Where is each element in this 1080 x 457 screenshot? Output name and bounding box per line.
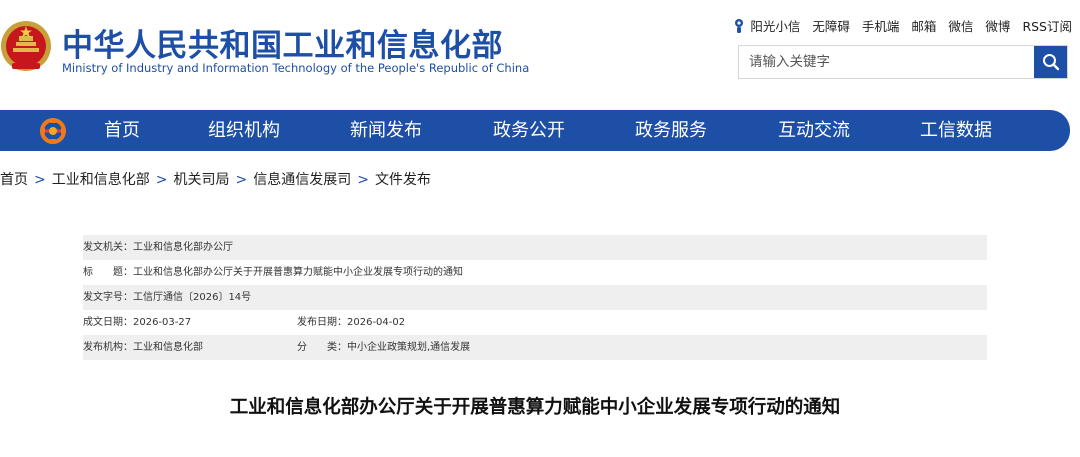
meta-row-org: 发布机构：工业和信息化部 分 类：中小企业政策规划,通信发展 [83, 335, 987, 360]
meta-category: 分 类：中小企业政策规划,通信发展 [297, 342, 471, 353]
top-link-mobile[interactable]: 手机端 [862, 16, 900, 35]
national-emblem-icon [1, 21, 51, 71]
document-meta-table: 发文机关：工业和信息化部办公厅 标 题：工业和信息化部办公厅关于开展普惠算力赋能… [83, 235, 987, 360]
meta-doc-no: 发文字号：工信厅通信〔2026〕14号 [83, 292, 252, 303]
top-link-accessibility[interactable]: 无障碍 [812, 16, 850, 35]
nav-item-home[interactable]: 首页 [104, 110, 140, 151]
breadcrumb-separator: > [34, 172, 46, 188]
nav-item-organization[interactable]: 组织机构 [208, 110, 280, 151]
nav-item-data[interactable]: 工信数据 [920, 110, 992, 151]
search-button[interactable] [1034, 46, 1067, 78]
breadcrumb-separator: > [155, 172, 168, 188]
top-link-rss[interactable]: RSS订阅 [1022, 16, 1072, 35]
top-links: 阳光小信 无障碍 手机端 邮箱 微信 微博 RSS订阅 [721, 16, 1072, 35]
main-nav: 首页 组织机构 新闻发布 政务公开 政务服务 互动交流 工信数据 [0, 110, 1070, 151]
meta-org: 发布机构：工业和信息化部 [83, 342, 203, 353]
meta-created-date: 成文日期：2026-03-27 [83, 317, 192, 328]
breadcrumb-current[interactable]: 文件发布 [375, 172, 431, 188]
mascot-icon [735, 18, 744, 33]
site-title-cn[interactable]: 中华人民共和国工业和信息化部 [62, 20, 503, 65]
nav-item-gov-service[interactable]: 政务服务 [635, 110, 707, 151]
breadcrumb-dept[interactable]: 信息通信发展司 [253, 172, 351, 188]
search-icon [1042, 54, 1059, 71]
top-link-sunshine[interactable]: 阳光小信 [733, 16, 800, 35]
meta-title: 标 题：工业和信息化部办公厅关于开展普惠算力赋能中小企业发展专项行动的通知 [83, 267, 463, 278]
breadcrumb-ministry[interactable]: 工业和信息化部 [52, 172, 150, 188]
nav-item-news[interactable]: 新闻发布 [350, 110, 422, 151]
meta-row-dates: 成文日期：2026-03-27 发布日期：2026-04-02 [83, 310, 987, 335]
meta-published-date: 发布日期：2026-04-02 [297, 317, 406, 328]
breadcrumb-separator: > [235, 172, 248, 188]
top-link-wechat[interactable]: 微信 [948, 16, 973, 35]
ministry-logo-icon[interactable] [38, 116, 68, 146]
breadcrumb: 首页 > 工业和信息化部 > 机关司局 > 信息通信发展司 > 文件发布 [0, 169, 431, 189]
search-input[interactable] [739, 46, 1034, 78]
meta-row-title: 标 题：工业和信息化部办公厅关于开展普惠算力赋能中小企业发展专项行动的通知 [83, 260, 987, 285]
nav-item-gov-disclosure[interactable]: 政务公开 [493, 110, 565, 151]
search-box [738, 45, 1068, 79]
top-link-mail[interactable]: 邮箱 [911, 16, 936, 35]
meta-row-docno: 发文字号：工信厅通信〔2026〕14号 [83, 285, 987, 310]
site-title-en[interactable]: Ministry of Industry and Information Tec… [62, 61, 529, 75]
article-title: 工业和信息化部办公厅关于开展普惠算力赋能中小企业发展专项行动的通知 [229, 397, 841, 418]
top-link-weibo[interactable]: 微博 [985, 16, 1010, 35]
nav-item-interaction[interactable]: 互动交流 [778, 110, 850, 151]
meta-issuer: 发文机关：工业和信息化部办公厅 [83, 242, 233, 253]
top-link-label: 阳光小信 [750, 19, 801, 34]
breadcrumb-departments[interactable]: 机关司局 [173, 172, 229, 188]
meta-row-issuer: 发文机关：工业和信息化部办公厅 [83, 235, 987, 260]
breadcrumb-separator: > [357, 172, 369, 188]
breadcrumb-home[interactable]: 首页 [0, 172, 28, 188]
